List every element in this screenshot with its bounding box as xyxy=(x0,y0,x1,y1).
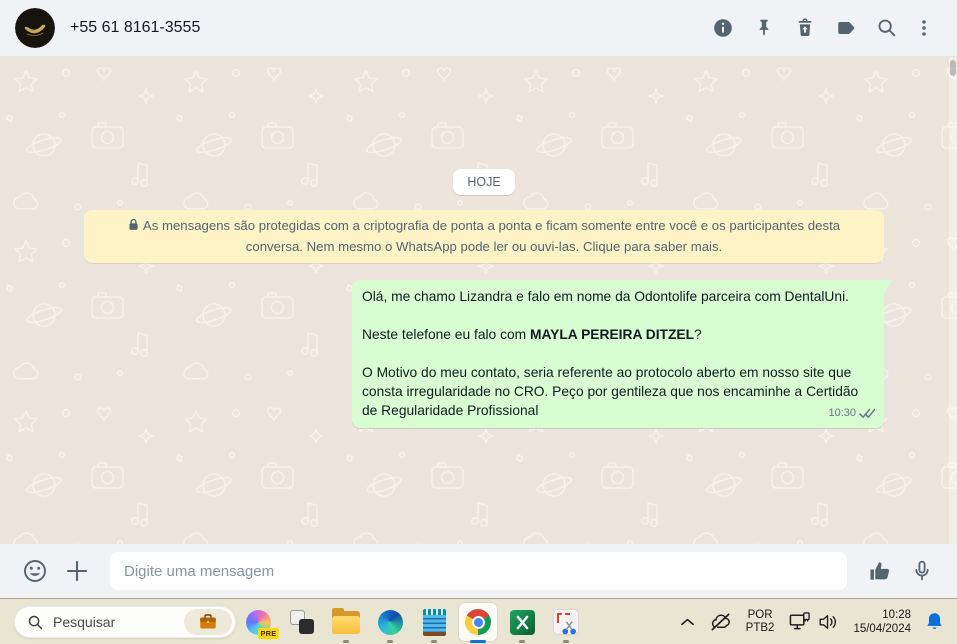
tray-language-indicator[interactable]: POR PTB2 xyxy=(739,602,782,642)
double-check-icon xyxy=(859,408,875,418)
message-row: Olá, me chamo Lizandra e falo em nome da… xyxy=(84,280,892,428)
language-line1: POR xyxy=(747,608,773,621)
notification-bell-icon xyxy=(927,613,942,629)
message-bold-name: MAYLA PEREIRA DITZEL xyxy=(529,327,695,342)
label-icon xyxy=(837,22,854,34)
running-indicator xyxy=(431,640,437,643)
menu-button[interactable] xyxy=(907,8,941,49)
taskbar-snipping-tool-icon[interactable] xyxy=(544,600,588,644)
message-paragraph-1: Olá, me chamo Lizandra e falo em nome da… xyxy=(362,289,849,304)
tray-chevron-button[interactable] xyxy=(673,602,702,642)
briefcase-icon xyxy=(200,614,216,629)
date-badge: HOJE xyxy=(453,169,515,195)
copilot-pre-badge: PRE xyxy=(258,627,279,639)
chat-area: HOJE As mensagens são protegidas com a c… xyxy=(0,57,957,544)
running-indicator xyxy=(563,640,569,643)
tray-network-button[interactable] xyxy=(781,602,814,642)
taskbar-search-icon xyxy=(28,615,43,629)
emoji-button[interactable] xyxy=(18,551,52,591)
file-explorer-icon xyxy=(332,607,360,634)
taskbar-edge-icon[interactable] xyxy=(368,600,412,644)
trash-up-icon xyxy=(798,18,811,36)
tray-notifications-button[interactable] xyxy=(918,602,951,642)
tray-date: 15/04/2024 xyxy=(853,622,911,635)
plus-icon xyxy=(66,560,88,582)
tray-time: 10:28 xyxy=(882,608,911,621)
system-tray: POR PTB2 10:28 15/04/2024 xyxy=(673,599,951,644)
pin-button[interactable] xyxy=(743,8,784,49)
info-icon xyxy=(713,19,732,37)
edge-icon xyxy=(377,609,403,635)
running-indicator xyxy=(343,640,349,643)
windows-taskbar: Pesquisar PRE POR PTB2 10:28 15/04/2024 xyxy=(0,598,957,644)
attach-button[interactable] xyxy=(60,551,94,591)
avatar-logo xyxy=(15,8,55,48)
chat-header: +55 61 8161-3555 xyxy=(0,0,957,57)
message-input[interactable] xyxy=(124,562,833,580)
search-icon xyxy=(878,19,895,37)
message-paragraph-2: Neste telefone eu falo com MAYLA PEREIRA… xyxy=(362,327,702,342)
encryption-notice-text: As mensagens são protegidas com a cripto… xyxy=(142,218,841,254)
tray-clock[interactable]: 10:28 15/04/2024 xyxy=(846,602,918,642)
notepad-icon xyxy=(422,608,446,636)
whatsapp-window: +55 61 8161-3555 HOJE As mensagens são p… xyxy=(0,0,957,644)
taskbar-task-view-icon[interactable] xyxy=(280,600,324,644)
volume-icon xyxy=(819,614,837,629)
avatar[interactable] xyxy=(15,8,55,48)
info-button[interactable] xyxy=(702,8,743,49)
microphone-button[interactable] xyxy=(905,551,939,591)
lock-icon xyxy=(128,217,139,237)
search-highlight-pill xyxy=(184,609,232,635)
delete-button[interactable] xyxy=(784,8,825,49)
message-list: HOJE As mensagens são protegidas com a c… xyxy=(0,57,957,544)
tray-onedrive-button[interactable] xyxy=(702,602,739,642)
taskbar-search-label: Pesquisar xyxy=(53,614,116,630)
encryption-notice[interactable]: As mensagens são protegidas com a cripto… xyxy=(84,210,884,263)
thumbs-up-icon xyxy=(870,562,890,580)
message-time: 10:30 xyxy=(828,407,856,419)
snipping-tool-icon xyxy=(553,609,579,635)
header-actions xyxy=(702,8,941,49)
taskbar-apps: PRE xyxy=(236,600,588,644)
emoji-icon xyxy=(24,560,46,582)
message-meta: 10:30 xyxy=(828,404,875,423)
onedrive-off-icon xyxy=(711,612,730,631)
chat-scrollbar-track[interactable] xyxy=(949,57,957,544)
contact-phone-title[interactable]: +55 61 8161-3555 xyxy=(70,19,687,37)
pin-icon xyxy=(759,19,768,36)
search-button[interactable] xyxy=(866,8,907,49)
language-line2: PTB2 xyxy=(745,621,775,634)
chat-scrollbar-thumb[interactable] xyxy=(950,60,956,76)
menu-kebab-icon xyxy=(922,20,926,36)
taskbar-copilot-icon[interactable]: PRE xyxy=(236,600,280,644)
tray-volume-button[interactable] xyxy=(814,602,846,642)
thumbs-up-button[interactable] xyxy=(863,551,897,591)
running-indicator xyxy=(519,640,525,643)
taskbar-excel-icon[interactable] xyxy=(500,600,544,644)
taskbar-chrome-icon[interactable] xyxy=(456,600,500,644)
excel-icon xyxy=(509,609,535,635)
bubble-tail xyxy=(884,280,892,293)
composer-bar xyxy=(0,544,957,598)
chrome-icon xyxy=(465,609,491,635)
outgoing-message-bubble[interactable]: Olá, me chamo Lizandra e falo em nome da… xyxy=(352,280,892,428)
taskbar-file-explorer-icon[interactable] xyxy=(324,600,368,644)
message-input-wrapper xyxy=(110,552,847,590)
task-view-icon xyxy=(290,610,314,634)
microphone-icon xyxy=(915,560,929,581)
active-running-indicator xyxy=(470,640,486,643)
message-paragraph-3: O Motivo do meu contato, seria referente… xyxy=(362,365,859,418)
taskbar-notepad-icon[interactable] xyxy=(412,600,456,644)
network-icon xyxy=(790,612,811,630)
label-button[interactable] xyxy=(825,8,866,49)
taskbar-search-box[interactable]: Pesquisar xyxy=(14,606,236,638)
chevron-up-icon xyxy=(680,618,694,625)
running-indicator xyxy=(387,640,393,643)
copilot-icon: PRE xyxy=(245,609,279,639)
